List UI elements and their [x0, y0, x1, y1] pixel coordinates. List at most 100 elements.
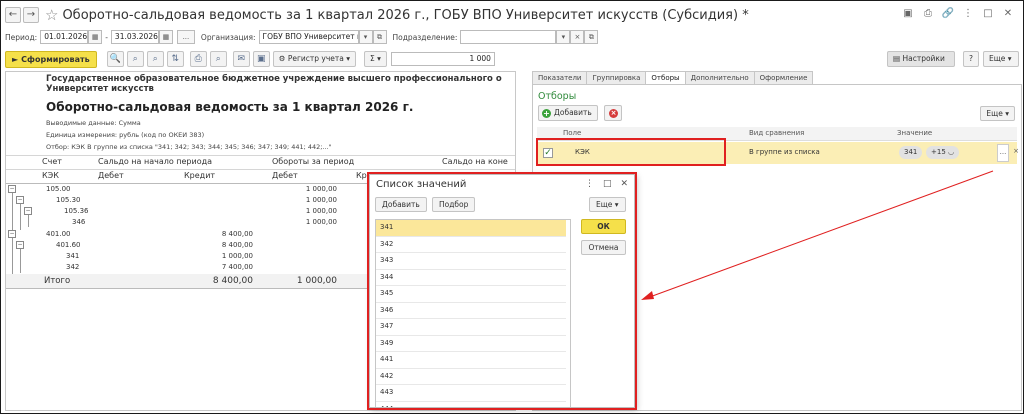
- delete-icon: ×: [609, 109, 618, 118]
- more-button[interactable]: Еще ▾: [983, 51, 1019, 67]
- group-line: [28, 215, 29, 227]
- col-credit-turnover: Кр: [356, 171, 367, 180]
- col-debit-turnover: Дебет: [272, 171, 298, 180]
- more-label: Еще: [989, 54, 1006, 63]
- group-collapse-icon[interactable]: −: [8, 230, 16, 238]
- calendar-to-icon[interactable]: ▦: [158, 30, 173, 44]
- report-info-output: Выводимые данные: Сумма: [46, 119, 141, 127]
- filters-heading: Отборы: [538, 91, 577, 102]
- group-collapse-icon[interactable]: −: [8, 185, 16, 193]
- sum-value-field: 1 000: [390, 52, 495, 66]
- save-icon[interactable]: ▣: [901, 7, 915, 21]
- group-collapse-icon[interactable]: −: [16, 196, 24, 204]
- mail-icon[interactable]: ✉: [232, 51, 250, 67]
- register-label: Регистр учета: [287, 54, 344, 63]
- decode-icon[interactable]: ⇅: [166, 51, 184, 67]
- link-icon[interactable]: 🔗: [941, 7, 955, 21]
- header-divider-2: [6, 169, 515, 170]
- group-line: [20, 249, 21, 273]
- subdiv-open-icon[interactable]: ⧉: [584, 30, 599, 44]
- close-icon[interactable]: ✕: [1001, 7, 1015, 21]
- org-field[interactable]: ГОБУ ВПО Университет и: [258, 30, 359, 44]
- row-account: 342: [66, 263, 80, 271]
- back-button[interactable]: ←: [5, 7, 21, 23]
- row-credit-opening: 7 400,00: [221, 263, 253, 271]
- report-title: Оборотно-сальдовая ведомость за 1 кварта…: [46, 100, 414, 114]
- add-filter-button[interactable]: + Добавить: [538, 105, 598, 121]
- search-refine-icon[interactable]: ⌕: [126, 51, 144, 67]
- row-account: 346: [72, 218, 86, 226]
- calendar-from-icon[interactable]: ▦: [88, 30, 103, 44]
- maximize-icon[interactable]: □: [981, 7, 995, 21]
- row-credit-opening: 8 400,00: [221, 230, 253, 238]
- row-account: 105.30: [56, 196, 81, 204]
- print-icon[interactable]: ⎙: [921, 7, 935, 21]
- row-account: 401.00: [46, 230, 71, 238]
- parameter-row: Период: 01.01.2026 ▦ - 31.03.2026 ▦ ... …: [5, 29, 599, 45]
- period-select-button[interactable]: ...: [176, 30, 195, 44]
- filter-value-more-label: +15: [931, 148, 946, 156]
- forward-button[interactable]: →: [23, 7, 39, 23]
- group-line: [12, 238, 13, 276]
- favorite-star-icon[interactable]: ☆: [45, 7, 58, 23]
- period-dash: -: [105, 32, 108, 42]
- group-line: [12, 193, 13, 233]
- window-title: Оборотно-сальдовая ведомость за 1 кварта…: [62, 7, 749, 23]
- col-turnover: Обороты за период: [272, 157, 355, 166]
- group-collapse-icon[interactable]: −: [24, 207, 32, 215]
- subdiv-label: Подразделение:: [392, 32, 458, 42]
- header-divider: [6, 155, 515, 156]
- settings-button[interactable]: ▤ Настройки: [887, 51, 955, 67]
- register-button[interactable]: ⚙ Регистр учета ▾: [272, 51, 357, 67]
- generate-button[interactable]: ► Сформировать: [5, 50, 97, 68]
- org-open-icon[interactable]: ⧉: [372, 30, 387, 44]
- help-button[interactable]: ?: [963, 51, 979, 67]
- group-collapse-icon[interactable]: −: [16, 241, 24, 249]
- subdiv-dropdown-icon[interactable]: ▾: [556, 30, 571, 44]
- group-line: [20, 204, 21, 230]
- print-icon[interactable]: ⎙: [189, 51, 207, 67]
- filters-col-value: Значение: [897, 129, 933, 137]
- menu-dots-icon[interactable]: ⋮: [961, 7, 975, 21]
- save-icon[interactable]: ▣: [252, 51, 270, 67]
- filter-clear-icon[interactable]: ×: [1010, 144, 1022, 162]
- tab-indicators[interactable]: Показатели: [532, 71, 588, 85]
- filters-col-comparison: Вид сравнения: [749, 129, 805, 137]
- settings-label: Настройки: [902, 54, 945, 63]
- generate-label: Сформировать: [21, 54, 90, 64]
- subdiv-field[interactable]: [460, 30, 557, 44]
- col-kek: КЭК: [42, 171, 59, 180]
- date-from-field[interactable]: 01.01.2026: [40, 30, 89, 44]
- title-bar: ← → ☆ Оборотно-сальдовая ведомость за 1 …: [1, 1, 1023, 29]
- search-icon[interactable]: 🔍: [106, 51, 124, 67]
- filter-value-more-chip[interactable]: +15 ◡: [926, 146, 960, 159]
- search-clear-icon[interactable]: ⌕: [146, 51, 164, 67]
- row-debit-turnover: 1 000,00: [305, 185, 337, 193]
- tab-filters[interactable]: Отборы: [645, 71, 686, 85]
- row-account: 401.60: [56, 241, 81, 249]
- filters-more-label: Еще: [986, 109, 1003, 118]
- date-to-field[interactable]: 31.03.2026: [110, 30, 159, 44]
- tab-additional[interactable]: Дополнительно: [684, 71, 755, 85]
- preview-icon[interactable]: ⌕: [209, 51, 227, 67]
- tab-grouping[interactable]: Группировка: [586, 71, 647, 85]
- window-controls: ▣ ⎙ 🔗 ⋮ □ ✕: [901, 7, 1015, 21]
- row-account: 105.36: [64, 207, 89, 215]
- org-dropdown-icon[interactable]: ▾: [358, 30, 373, 44]
- row-debit-turnover: 1 000,00: [305, 218, 337, 226]
- report-org-name: Государственное образовательное бюджетно…: [46, 74, 502, 94]
- delete-filter-button[interactable]: ×: [604, 105, 622, 121]
- add-icon: +: [542, 108, 551, 118]
- sum-button[interactable]: Σ ▾: [364, 51, 387, 67]
- filters-more-button[interactable]: Еще ▾: [980, 106, 1015, 121]
- settings-tabs: Показатели Группировка Отборы Дополнител…: [532, 71, 814, 85]
- col-debit-opening: Дебет: [98, 171, 124, 180]
- filters-col-field: Поле: [563, 129, 582, 137]
- col-opening: Сальдо на начало периода: [98, 157, 213, 166]
- filter-comparison[interactable]: В группе из списка: [749, 148, 820, 156]
- filter-select-button[interactable]: ...: [997, 144, 1009, 162]
- col-closing: Сальдо на коне: [442, 157, 508, 166]
- filter-value-chip[interactable]: 341: [899, 146, 923, 159]
- tab-appearance[interactable]: Оформление: [753, 71, 814, 85]
- subdiv-clear-icon[interactable]: ×: [570, 30, 585, 44]
